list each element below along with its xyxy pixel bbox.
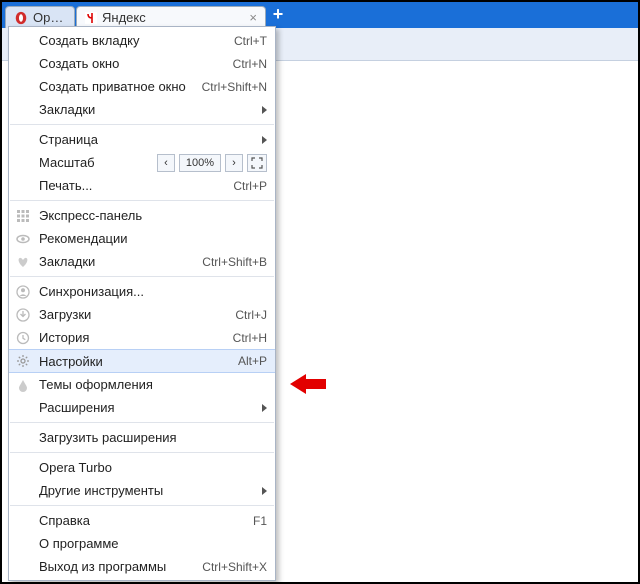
menu-separator: [10, 276, 274, 277]
opera-menu-label: Opera: [33, 7, 66, 29]
new-tab-button[interactable]: +: [268, 4, 288, 24]
zoom-in-button[interactable]: ›: [225, 154, 243, 172]
tab-title: Яндекс: [102, 7, 244, 29]
menu-sync[interactable]: Синхронизация...: [9, 280, 275, 303]
menu-opera-turbo[interactable]: Opera Turbo: [9, 456, 275, 479]
menu-zoom: Масштаб ‹ 100% ›: [9, 151, 275, 174]
menu-print[interactable]: Печать... Ctrl+P: [9, 174, 275, 197]
menu-separator: [10, 505, 274, 506]
heart-icon: [15, 254, 31, 270]
menu-new-window[interactable]: Создать окно Ctrl+N: [9, 52, 275, 75]
chevron-right-icon: [262, 487, 267, 495]
annotation-arrow: [290, 373, 326, 395]
zoom-out-button[interactable]: ‹: [157, 154, 175, 172]
menu-new-tab[interactable]: Создать вкладку Ctrl+T: [9, 29, 275, 52]
menu-speed-dial[interactable]: Экспресс-панель: [9, 204, 275, 227]
menu-bookmarks-submenu[interactable]: Закладки: [9, 98, 275, 121]
opera-icon: [14, 11, 28, 25]
window-frame: Opera Яндекс × + Создать вкладку Ctrl+T …: [0, 0, 640, 584]
fullscreen-button[interactable]: [247, 154, 267, 172]
menu-new-private[interactable]: Создать приватное окно Ctrl+Shift+N: [9, 75, 275, 98]
opera-main-menu: Создать вкладку Ctrl+T Создать окно Ctrl…: [8, 26, 276, 581]
chevron-right-icon: [262, 106, 267, 114]
tab-yandex[interactable]: Яндекс ×: [76, 6, 266, 28]
menu-get-extensions[interactable]: Загрузить расширения: [9, 426, 275, 449]
menu-history[interactable]: История Ctrl+H: [9, 326, 275, 349]
chevron-right-icon: [262, 136, 267, 144]
menu-recommendations[interactable]: Рекомендации: [9, 227, 275, 250]
yandex-icon: [85, 12, 97, 24]
menu-page-submenu[interactable]: Страница: [9, 128, 275, 151]
eye-icon: [15, 231, 31, 247]
menu-separator: [10, 124, 274, 125]
download-icon: [15, 307, 31, 323]
tab-strip: Opera Яндекс × +: [2, 2, 638, 29]
user-icon: [15, 284, 31, 300]
menu-extensions-submenu[interactable]: Расширения: [9, 396, 275, 419]
menu-bookmarks[interactable]: Закладки Ctrl+Shift+B: [9, 250, 275, 273]
menu-about[interactable]: О программе: [9, 532, 275, 555]
chevron-right-icon: [262, 404, 267, 412]
drop-icon: [15, 377, 31, 393]
menu-themes[interactable]: Темы оформления: [9, 373, 275, 396]
speed-dial-icon: [15, 208, 31, 224]
zoom-controls: ‹ 100% ›: [157, 154, 267, 172]
zoom-value: 100%: [179, 154, 221, 172]
menu-separator: [10, 200, 274, 201]
menu-separator: [10, 452, 274, 453]
history-icon: [15, 330, 31, 346]
menu-exit[interactable]: Выход из программы Ctrl+Shift+X: [9, 555, 275, 578]
gear-icon: [15, 353, 31, 369]
opera-menu-button[interactable]: Opera: [5, 6, 75, 28]
close-icon[interactable]: ×: [249, 11, 257, 24]
menu-other-tools[interactable]: Другие инструменты: [9, 479, 275, 502]
menu-help[interactable]: Справка F1: [9, 509, 275, 532]
menu-separator: [10, 422, 274, 423]
menu-settings[interactable]: Настройки Alt+P: [9, 349, 275, 373]
menu-downloads[interactable]: Загрузки Ctrl+J: [9, 303, 275, 326]
